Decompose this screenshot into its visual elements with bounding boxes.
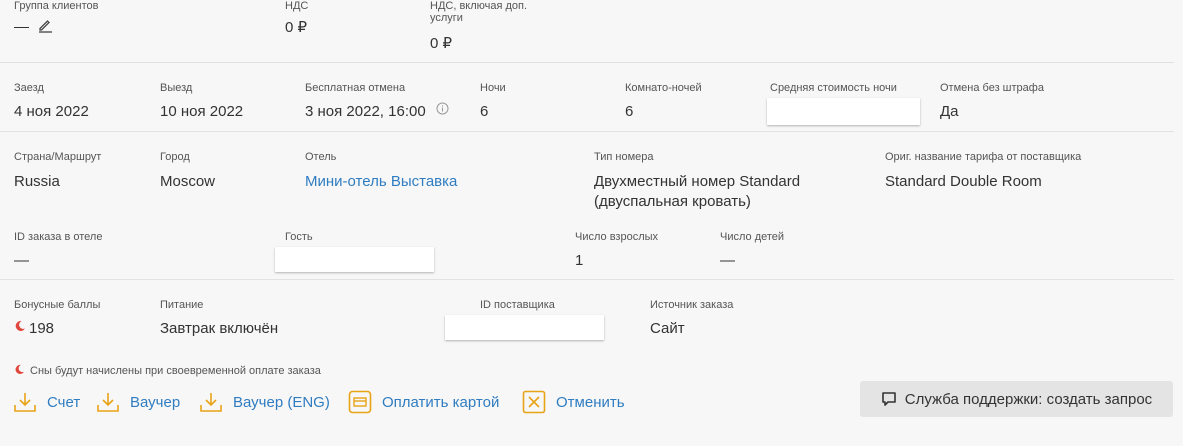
children-value: — [720, 252, 735, 269]
meal-value: Завтрак включён [160, 320, 279, 337]
info-icon[interactable] [436, 101, 449, 120]
avg-price-label: Средняя стоимость ночи [770, 82, 897, 94]
divider [0, 62, 1174, 63]
supplier-id-redacted [445, 315, 604, 340]
moon-icon [14, 318, 26, 337]
pencil-icon[interactable] [37, 17, 53, 38]
hotel-link[interactable]: Мини-отель Выставка [305, 172, 457, 191]
room-nights-value: 6 [625, 103, 634, 120]
city-value: Moscow [160, 173, 216, 190]
voucher-eng-button[interactable]: Ваучер (ENG) [199, 390, 330, 414]
voucher-eng-label: Ваучер (ENG) [233, 393, 330, 411]
divider [0, 131, 1174, 132]
city-label: Город [160, 151, 190, 163]
free-cancel-label: Бесплатная отмена [305, 82, 406, 94]
room-nights-label: Комнато-ночей [625, 82, 702, 94]
voucher-button[interactable]: Ваучер [96, 390, 180, 414]
pay-card-label: Оплатить картой [382, 393, 500, 411]
meal-label: Питание [160, 299, 204, 311]
divider [0, 279, 1174, 280]
cancel-box-icon [522, 390, 546, 414]
cancel-button[interactable]: Отменить [522, 390, 625, 414]
invoice-label: Счет [47, 393, 81, 411]
hotel-order-id-value: — [14, 252, 29, 269]
checkout-value: 10 ноя 2022 [160, 103, 244, 120]
checkout-label: Выезд [160, 82, 193, 94]
download-icon [97, 393, 119, 412]
download-icon [14, 393, 36, 412]
no-penalty-value: Да [940, 103, 959, 120]
moon-icon [14, 364, 25, 378]
supplier-id-label: ID поставщика [480, 299, 555, 311]
client-group-value: — [14, 17, 53, 38]
vat-extra-label-2: услуги [430, 12, 463, 24]
bonus-note: Сны будут начислены при своевременной оп… [14, 364, 321, 378]
checkin-value: 4 ноя 2022 [14, 103, 89, 120]
support-request-button[interactable]: Служба поддержки: создать запрос [860, 381, 1173, 417]
children-label: Число детей [720, 231, 785, 243]
room-type-line2: (двуспальная кровать) [594, 193, 751, 210]
nights-label: Ночи [480, 82, 506, 94]
pay-card-button[interactable]: Оплатить картой [348, 390, 499, 414]
client-group-label: Группа клиентов [14, 0, 99, 12]
voucher-label: Ваучер [130, 393, 181, 411]
orig-rate-value: Standard Double Room [885, 173, 1042, 190]
cancel-label: Отменить [556, 393, 625, 411]
vat-extra-value: 0 ₽ [430, 35, 453, 52]
bonus-points: 198 [29, 320, 55, 337]
avg-price-redacted [767, 98, 920, 125]
source-value: Сайт [650, 320, 685, 337]
room-type-line1: Двухместный номер Standard [594, 173, 801, 190]
adults-value: 1 [575, 252, 584, 269]
no-penalty-label: Отмена без штрафа [940, 82, 1044, 94]
hotel-label: Отель [305, 151, 337, 163]
country-value: Russia [14, 173, 60, 190]
adults-label: Число взрослых [575, 231, 659, 243]
vat-value: 0 ₽ [285, 19, 308, 36]
nights-value: 6 [480, 103, 489, 120]
guest-redacted [275, 247, 434, 272]
client-group-dash: — [14, 18, 29, 36]
bonus-value: 198 [14, 319, 54, 338]
support-label: Служба поддержки: создать запрос [904, 390, 1153, 408]
room-type-label: Тип номера [594, 151, 654, 163]
bonus-label: Бонусные баллы [14, 299, 101, 311]
invoice-button[interactable]: Счет [13, 390, 80, 414]
guest-label: Гость [285, 231, 313, 243]
hotel-order-id-label: ID заказа в отеле [14, 231, 103, 243]
free-cancel-value: 3 ноя 2022, 16:00 [305, 102, 449, 121]
country-label: Страна/Маршрут [14, 151, 102, 163]
chat-bubble-icon [881, 392, 896, 406]
card-icon [348, 390, 372, 414]
bonus-note-text: Сны будут начислены при своевременной оп… [30, 365, 321, 377]
orig-rate-label: Ориг. название тарифа от поставщика [885, 151, 1082, 163]
free-cancel-date: 3 ноя 2022, 16:00 [305, 103, 426, 120]
download-icon [200, 393, 222, 412]
vat-label: НДС [285, 0, 309, 12]
source-label: Источник заказа [650, 299, 734, 311]
checkin-label: Заезд [14, 82, 44, 94]
